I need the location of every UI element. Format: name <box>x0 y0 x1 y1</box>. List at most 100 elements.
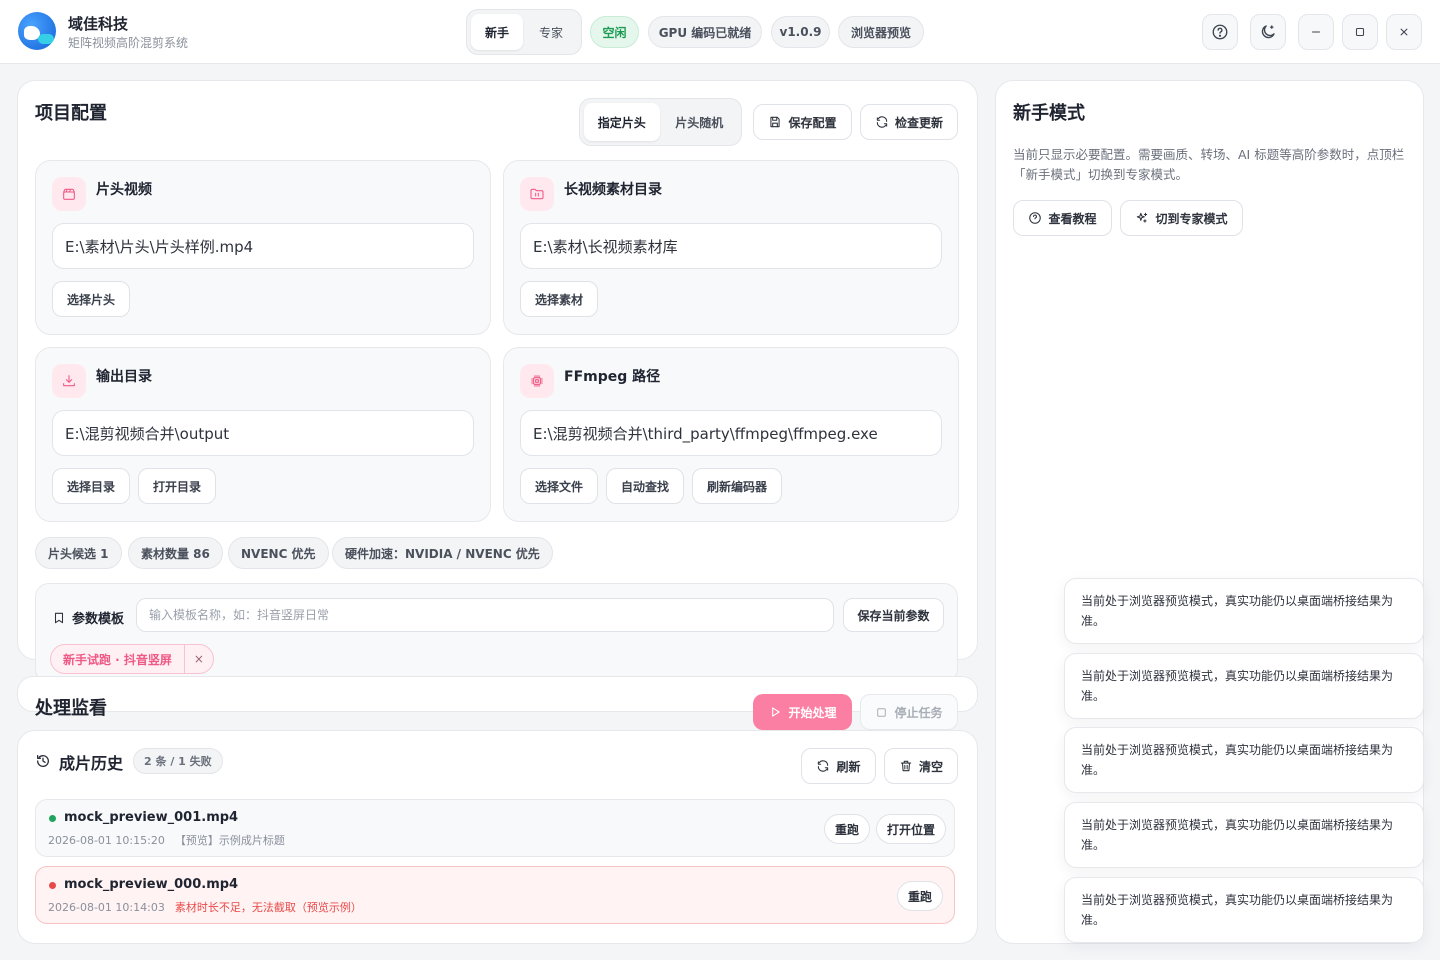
hardware-accel-tag: 硬件加速：NVIDIA / NVENC 优先 <box>332 537 553 569</box>
param-template-section: 参数模板 保存当前参数 新手试跑 · 抖音竖屏 × <box>35 583 958 683</box>
folder-icon <box>530 188 544 200</box>
close-button[interactable] <box>1386 14 1422 50</box>
project-config-title: 项目配置 <box>35 103 107 124</box>
view-tutorial-button[interactable]: 查看教程 <box>1013 200 1112 236</box>
help-icon <box>1029 212 1042 224</box>
history-row-failed: mock_preview_000.mp4 2026-08-01 10:14:03… <box>35 866 955 924</box>
maximize-icon <box>1355 27 1365 37</box>
theme-toggle-button[interactable] <box>1250 14 1286 50</box>
ffmpeg-path-card: FFmpeg 路径 E:\混剪视频合并\third_party\ffmpeg\f… <box>503 347 959 522</box>
material-dir-title: 长视频素材目录 <box>564 182 662 198</box>
ffmpeg-path-field[interactable]: E:\混剪视频合并\third_party\ffmpeg\ffmpeg.exe <box>520 410 942 456</box>
material-count-tag: 素材数量 86 <box>128 537 223 569</box>
history-count-badge: 2 条 / 1 失败 <box>133 748 223 774</box>
stop-icon <box>877 707 887 717</box>
moon-icon <box>1261 25 1275 39</box>
success-status-dot <box>49 815 56 822</box>
template-name-input[interactable] <box>136 598 834 632</box>
history-note: 【预览】示例成片标题 <box>174 834 285 847</box>
toast-notification: 当前处于浏览器预览模式，真实功能仍以桌面端桥接结果为准。 <box>1064 653 1424 719</box>
material-dir-card: 长视频素材目录 E:\素材\长视频素材库 选择素材 <box>503 160 959 335</box>
gpu-status-badge: GPU 编码已就绪 <box>648 16 762 48</box>
novice-mode-description: 当前只显示必要配置。需要画质、转场、AI 标题等高阶参数时，点顶栏「新手模式」切… <box>1013 147 1405 182</box>
intro-video-title: 片头视频 <box>96 182 152 198</box>
switch-expert-button[interactable]: 切到专家模式 <box>1120 200 1243 236</box>
version-badge: v1.0.9 <box>771 16 830 48</box>
intro-candidates-tag: 片头候选 1 <box>35 537 122 569</box>
browser-preview-badge: 浏览器预览 <box>838 16 924 48</box>
toast-notification: 当前处于浏览器预览模式，真实功能仍以桌面端桥接结果为准。 <box>1064 727 1424 793</box>
stop-task-button[interactable]: 停止任务 <box>860 694 958 730</box>
novice-mode-title: 新手模式 <box>1013 103 1085 124</box>
ffmpeg-path-title: FFmpeg 路径 <box>564 369 661 385</box>
toast-notification: 当前处于浏览器预览模式，真实功能仍以桌面端桥接结果为准。 <box>1064 877 1424 943</box>
history-time: 2026-08-01 10:15:20 <box>48 834 165 847</box>
head-mode-switch: 指定片头 片头随机 <box>579 98 742 146</box>
refresh-icon <box>818 760 829 772</box>
select-output-dir-button[interactable]: 选择目录 <box>52 468 131 504</box>
history-row-success: mock_preview_001.mp4 2026-08-01 10:15:20… <box>35 799 955 857</box>
mode-expert-button[interactable]: 专家 <box>525 14 577 50</box>
output-dir-path-field[interactable]: E:\混剪视频合并\output <box>52 410 474 456</box>
minimize-icon <box>1311 31 1321 33</box>
select-intro-button[interactable]: 选择片头 <box>52 281 131 317</box>
save-icon <box>770 116 781 128</box>
output-dir-card: 输出目录 E:\混剪视频合并\output 选择目录 打开目录 <box>35 347 491 522</box>
template-chip-close-icon[interactable]: × <box>185 645 213 673</box>
head-mode-fixed-button[interactable]: 指定片头 <box>584 103 660 141</box>
minimize-button[interactable] <box>1298 14 1334 50</box>
start-processing-button[interactable]: 开始处理 <box>753 694 852 730</box>
toast-notification: 当前处于浏览器预览模式，真实功能仍以桌面端桥接结果为准。 <box>1064 578 1424 644</box>
open-location-button[interactable]: 打开位置 <box>876 814 947 844</box>
title-bar: 域佳科技 矩阵视频高阶混剪系统 新手 专家 空闲 GPU 编码已就绪 v1.0.… <box>0 0 1440 64</box>
app-logo-icon <box>18 12 56 50</box>
maximize-button[interactable] <box>1342 14 1378 50</box>
output-dir-title: 输出目录 <box>96 369 152 385</box>
history-meta: 2026-08-01 10:14:03 素材时长不足，无法截取（预览示例） <box>48 899 362 915</box>
help-button[interactable] <box>1202 14 1238 50</box>
select-ffmpeg-file-button[interactable]: 选择文件 <box>520 468 599 504</box>
head-mode-random-button[interactable]: 片头随机 <box>662 103 738 141</box>
app-name: 域佳科技 <box>68 15 129 33</box>
bookmark-icon <box>54 612 64 623</box>
intro-video-card: 片头视频 E:\素材\片头\片头样例.mp4 选择片头 <box>35 160 491 335</box>
trash-icon <box>900 760 912 772</box>
template-chip-label[interactable]: 新手试跑 · 抖音竖屏 <box>51 645 185 673</box>
history-icon <box>37 755 49 767</box>
param-template-label: 参数模板 <box>72 612 125 627</box>
save-current-params-button[interactable]: 保存当前参数 <box>843 598 944 632</box>
history-title: 成片历史 <box>59 754 124 773</box>
history-refresh-button[interactable]: 刷新 <box>801 748 876 784</box>
close-icon <box>1400 28 1408 36</box>
material-dir-path-field[interactable]: E:\素材\长视频素材库 <box>520 223 942 269</box>
open-output-dir-button[interactable]: 打开目录 <box>138 468 217 504</box>
history-time: 2026-08-01 10:14:03 <box>48 901 165 914</box>
mode-novice-button[interactable]: 新手 <box>471 14 523 50</box>
toast-notification: 当前处于浏览器预览模式，真实功能仍以桌面端桥接结果为准。 <box>1064 802 1424 868</box>
sparkle-icon <box>1137 212 1148 223</box>
clapper-icon <box>63 188 75 200</box>
app-subtitle: 矩阵视频高阶混剪系统 <box>68 36 189 50</box>
history-meta: 2026-08-01 10:15:20 【预览】示例成片标题 <box>48 832 285 848</box>
refresh-icon <box>876 116 888 128</box>
history-file-name: mock_preview_001.mp4 <box>64 810 239 825</box>
check-update-button[interactable]: 检查更新 <box>860 104 958 140</box>
status-idle-badge: 空闲 <box>590 16 639 48</box>
download-icon <box>63 375 75 387</box>
rerun-button[interactable]: 重跑 <box>824 814 871 844</box>
mode-switch: 新手 专家 <box>466 9 582 55</box>
save-config-button[interactable]: 保存配置 <box>753 104 852 140</box>
monitor-title: 处理监看 <box>35 698 107 719</box>
failed-status-dot <box>49 882 56 889</box>
help-icon <box>1212 24 1228 40</box>
intro-video-path-field[interactable]: E:\素材\片头\片头样例.mp4 <box>52 223 474 269</box>
refresh-encoders-button[interactable]: 刷新编码器 <box>692 468 783 504</box>
auto-find-ffmpeg-button[interactable]: 自动查找 <box>606 468 685 504</box>
play-icon <box>772 707 781 717</box>
template-chip[interactable]: 新手试跑 · 抖音竖屏 × <box>50 644 214 674</box>
select-material-button[interactable]: 选择素材 <box>520 281 599 317</box>
history-clear-button[interactable]: 清空 <box>884 748 958 784</box>
nvenc-priority-tag: NVENC 优先 <box>228 537 329 569</box>
history-file-name: mock_preview_000.mp4 <box>64 877 239 892</box>
rerun-button[interactable]: 重跑 <box>897 881 944 911</box>
